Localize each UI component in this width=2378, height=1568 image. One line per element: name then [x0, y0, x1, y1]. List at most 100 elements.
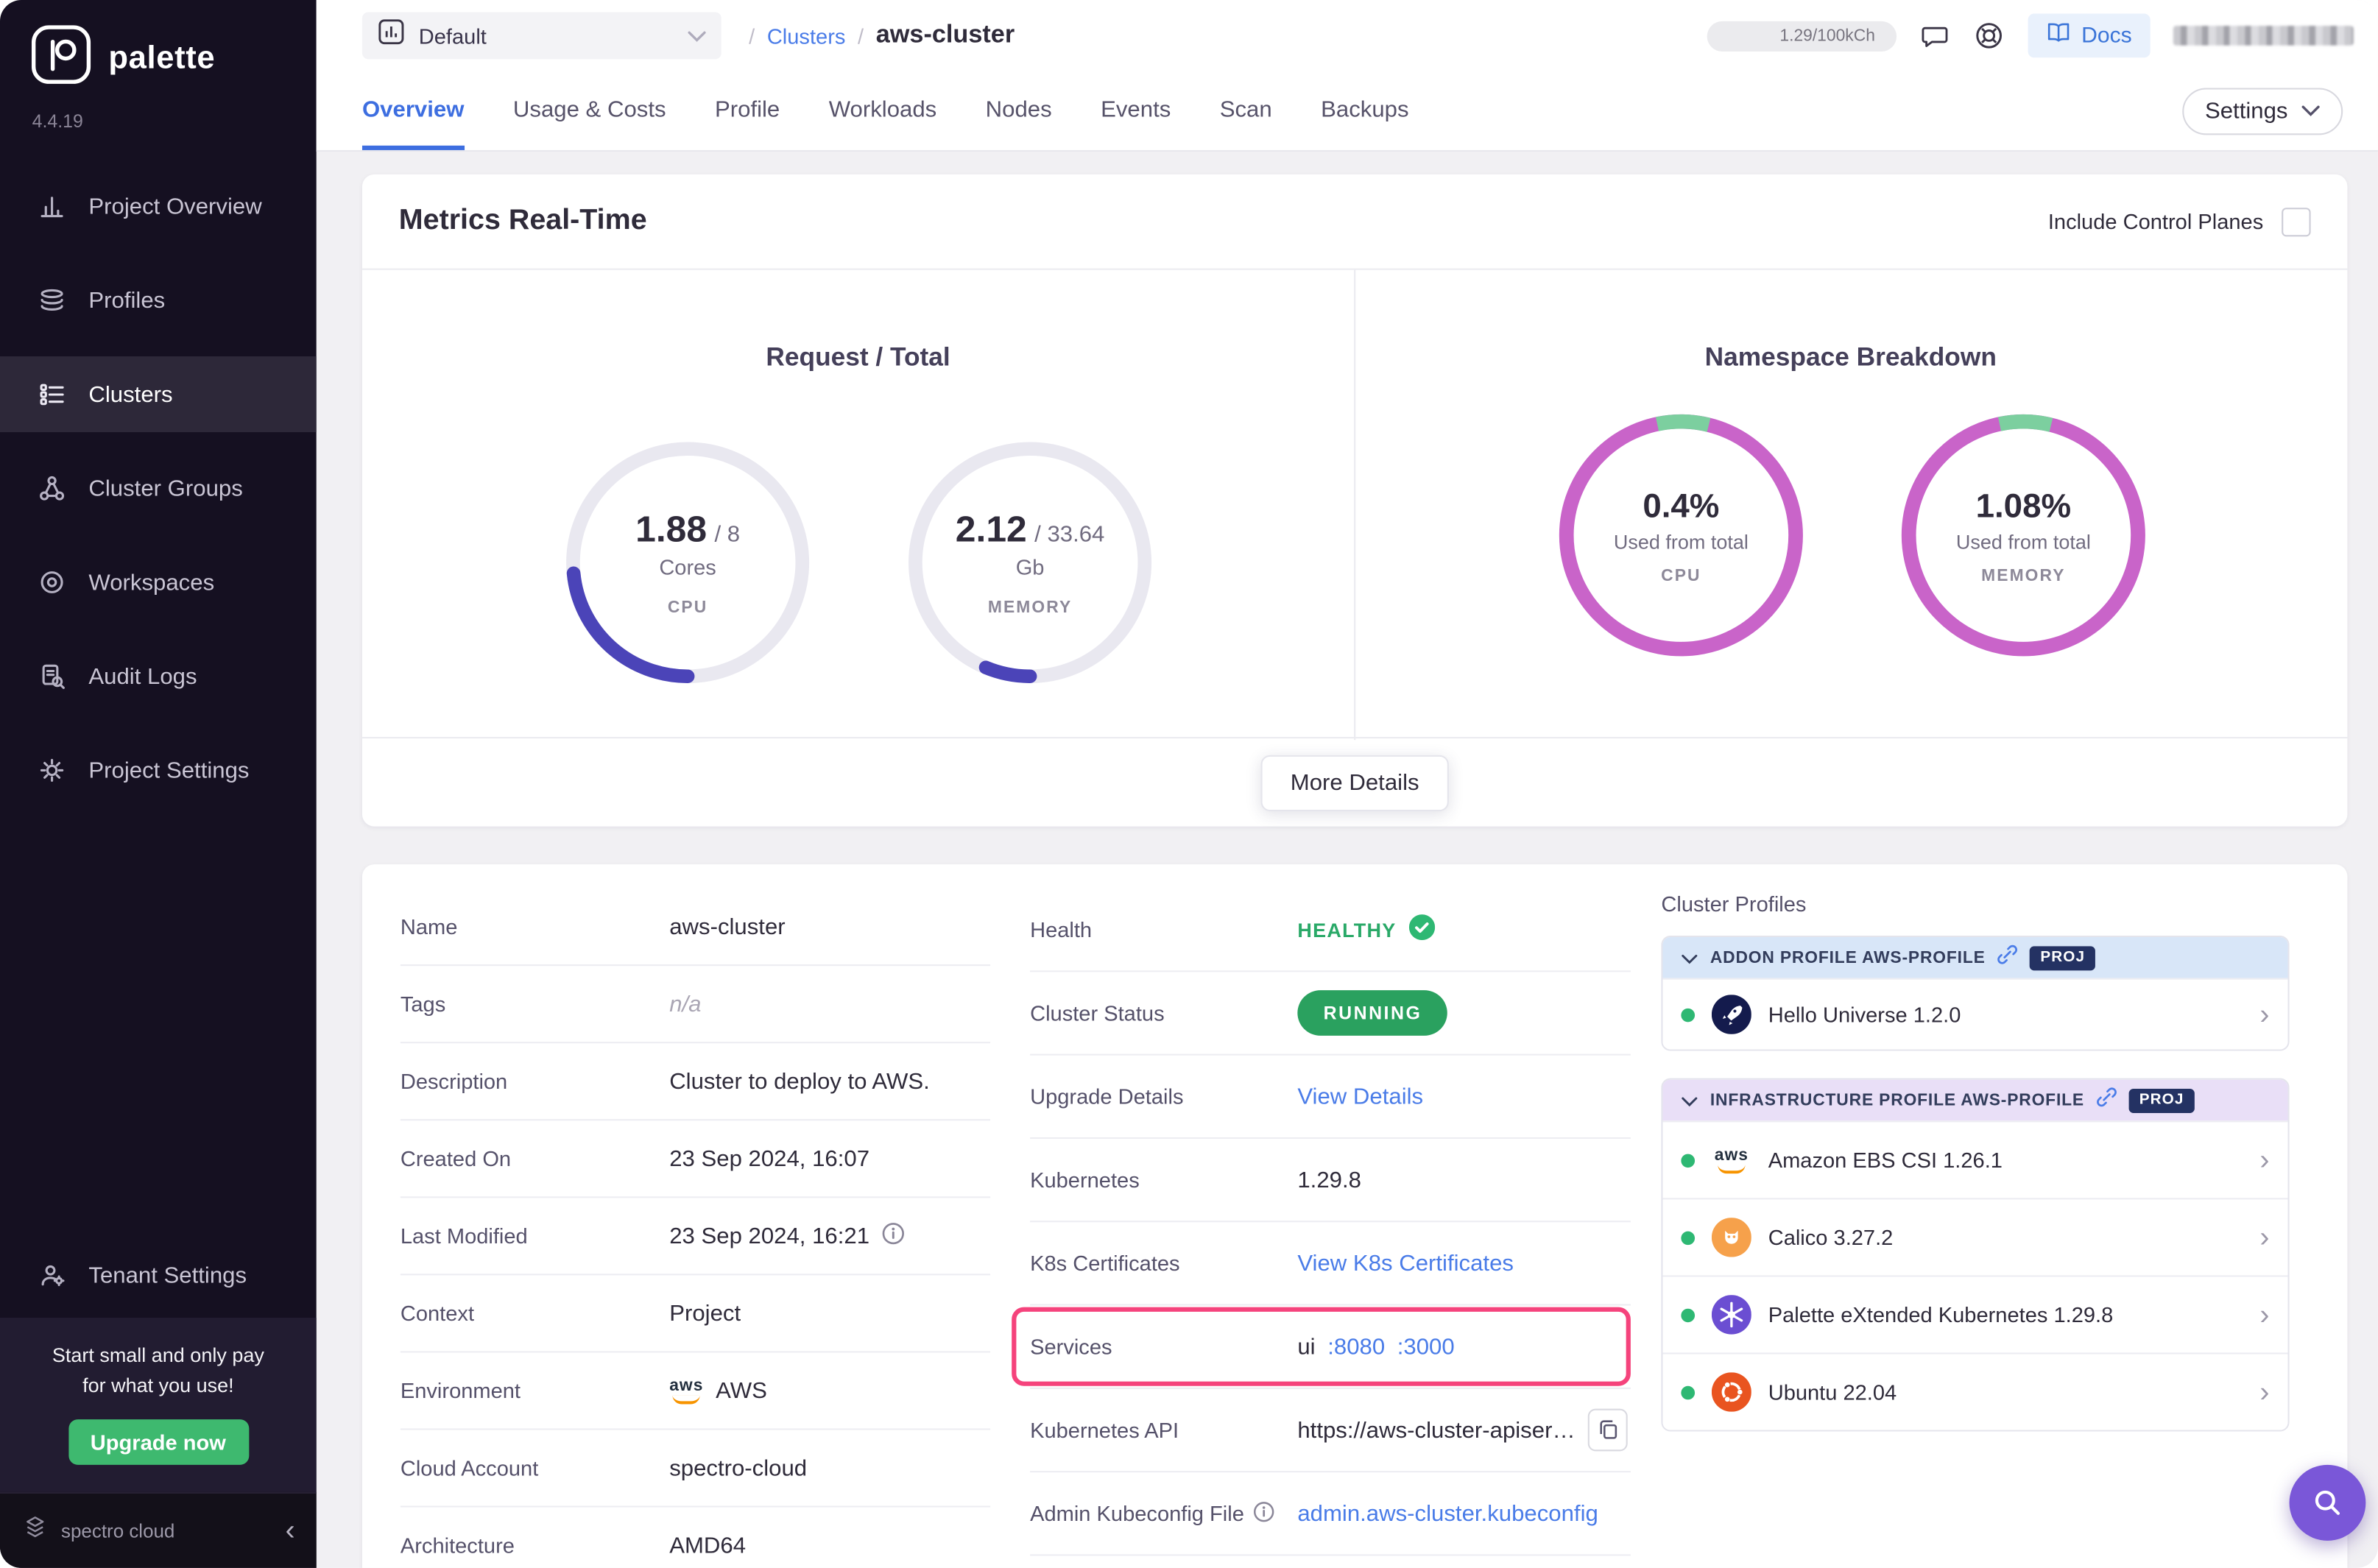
sidebar-item-workspaces[interactable]: Workspaces — [0, 545, 317, 621]
info-icon[interactable] — [1253, 1500, 1274, 1526]
namespace-cpu-donut: 0.4% Used from total CPU — [1551, 406, 1811, 664]
floating-search-button[interactable] — [2290, 1465, 2366, 1541]
detail-row-health: Health HEALTHY — [1030, 889, 1631, 972]
profile-layer-calico[interactable]: Calico 3.27.2 › — [1662, 1198, 2287, 1275]
metrics-card: Metrics Real-Time Include Control Planes… — [362, 174, 2347, 827]
nodes-icon — [37, 473, 68, 504]
sidebar-item-audit-logs[interactable]: Audit Logs — [0, 638, 317, 714]
view-details-link[interactable]: View Details — [1297, 1084, 1423, 1109]
infrastructure-profile-header[interactable]: INFRASTRUCTURE PROFILE AWS-PROFILE PROJ — [1662, 1080, 2287, 1121]
cpu-gauge: 1.88 / 8 Cores CPU — [558, 434, 818, 691]
spectro-cloud-logo-icon — [21, 1514, 49, 1548]
cluster-profiles-title: Cluster Profiles — [1661, 891, 2289, 916]
more-details-button[interactable]: More Details — [1261, 755, 1448, 811]
chevron-right-icon: › — [2259, 1377, 2269, 1406]
namespace-breakdown-panel: Namespace Breakdown 0.4% Used from total… — [1354, 270, 2347, 741]
top-bar: Default / Clusters / aws-cluster 1.29/10… — [317, 0, 2378, 71]
cluster-details-card: Name aws-cluster Tags n/a Description Cl… — [362, 864, 2347, 1568]
app-version: 4.4.19 — [0, 93, 317, 133]
detail-row-admin-kubeconfig: Admin Kubeconfig File admin.aws-cluster.… — [1030, 1472, 1631, 1555]
sidebar-item-project-overview[interactable]: Project Overview — [0, 169, 317, 244]
tab-backups[interactable]: Backups — [1321, 71, 1408, 150]
brand-name: spectro cloud — [61, 1520, 174, 1541]
user-name-redacted[interactable] — [2173, 26, 2354, 46]
profile-layer-ubuntu[interactable]: Ubuntu 22.04 › — [1662, 1352, 2287, 1430]
detail-row-tags: Tags n/a — [401, 966, 990, 1043]
metrics-header: Metrics Real-Time Include Control Planes — [362, 174, 2347, 270]
tab-events[interactable]: Events — [1101, 71, 1171, 150]
detail-row-kubernetes: Kubernetes 1.29.8 — [1030, 1139, 1631, 1222]
project-icon — [378, 18, 405, 53]
profile-layer-palette-extended-kubernetes[interactable]: Palette eXtended Kubernetes 1.29.8 › — [1662, 1275, 2287, 1352]
top-bar-actions: 1.29/100kCh Docs — [1707, 14, 2378, 58]
info-icon[interactable] — [882, 1221, 905, 1250]
sidebar-item-clusters[interactable]: Clusters — [0, 356, 317, 432]
include-control-planes-checkbox[interactable] — [2282, 207, 2310, 236]
tab-nodes[interactable]: Nodes — [986, 71, 1052, 150]
ubuntu-icon — [1712, 1372, 1751, 1412]
collapse-sidebar-icon[interactable]: ‹ — [285, 1514, 294, 1547]
addon-profile-header[interactable]: ADDON PROFILE AWS-PROFILE PROJ — [1662, 937, 2287, 978]
kubernetes-icon — [1712, 1295, 1751, 1335]
project-selector-value: Default — [419, 24, 674, 48]
chevron-right-icon: › — [2259, 1300, 2269, 1329]
sidebar-item-cluster-groups[interactable]: Cluster Groups — [0, 451, 317, 526]
tab-workloads[interactable]: Workloads — [829, 71, 937, 150]
namespace-memory-donut: 1.08% Used from total MEMORY — [1894, 406, 2153, 664]
link-icon[interactable] — [2097, 1087, 2117, 1114]
infrastructure-profile-group: INFRASTRUCTURE PROFILE AWS-PROFILE PROJ … — [1661, 1078, 2289, 1432]
upgrade-now-button[interactable]: Upgrade now — [68, 1419, 248, 1465]
clusters-icon — [37, 379, 68, 409]
docs-button[interactable]: Docs — [2028, 14, 2150, 58]
request-total-panel: Request / Total 1.88 / 8 Cores CPU — [362, 270, 1354, 741]
copy-icon[interactable] — [1588, 1409, 1628, 1452]
cluster-profiles-panel: Cluster Profiles ADDON PROFILE AWS-PROFI… — [1661, 891, 2289, 1458]
admin-kubeconfig-link[interactable]: admin.aws-cluster.kubeconfig — [1297, 1500, 1598, 1526]
detail-row-last-modified: Last Modified 23 Sep 2024, 16:21 — [401, 1198, 990, 1275]
search-icon — [2310, 1485, 2346, 1521]
help-icon[interactable] — [1973, 20, 2005, 52]
memory-gauge: 2.12 / 33.64 Gb MEMORY — [900, 434, 1160, 691]
promo-text: Start small and only pay for what you us… — [15, 1341, 301, 1399]
tab-scan[interactable]: Scan — [1220, 71, 1272, 150]
metrics-footer: More Details — [362, 737, 2347, 827]
chevron-down-icon — [1681, 944, 1698, 971]
include-control-planes: Include Control Planes — [2048, 207, 2311, 236]
rocket-icon — [1712, 995, 1751, 1034]
breadcrumb-clusters-link[interactable]: Clusters — [767, 24, 846, 48]
link-icon[interactable] — [1997, 944, 2017, 971]
layers-icon — [37, 285, 68, 315]
project-selector[interactable]: Default — [362, 12, 721, 59]
sidebar-menu: Project Overview Profiles — [0, 169, 317, 808]
detail-row-created-on: Created On 23 Sep 2024, 16:07 — [401, 1120, 990, 1198]
sidebar-footer: spectro cloud ‹ — [0, 1492, 317, 1568]
proj-badge: PROJ — [2128, 1088, 2195, 1112]
tab-profile[interactable]: Profile — [715, 71, 780, 150]
view-k8s-certificates-link[interactable]: View K8s Certificates — [1297, 1250, 1514, 1276]
settings-button[interactable]: Settings — [2182, 87, 2343, 134]
docs-icon — [2046, 21, 2070, 50]
detail-row-cloud-account: Cloud Account spectro-cloud — [401, 1430, 990, 1507]
gear-icon — [37, 755, 68, 785]
sidebar-item-profiles[interactable]: Profiles — [0, 262, 317, 338]
request-total-title: Request / Total — [362, 343, 1354, 373]
app-name: palette — [108, 40, 215, 77]
tab-usage-costs[interactable]: Usage & Costs — [513, 71, 666, 150]
sidebar-item-project-settings[interactable]: Project Settings — [0, 732, 317, 808]
profile-layer-amazon-ebs-csi[interactable]: Amazon EBS CSI 1.26.1 › — [1662, 1120, 2287, 1198]
service-port-3000-link[interactable]: :3000 — [1397, 1334, 1455, 1360]
chat-icon[interactable] — [1919, 21, 1950, 51]
chevron-down-icon — [1681, 1087, 1698, 1114]
detail-row-kubernetes-api: Kubernetes API https://aws-cluster-apise… — [1030, 1389, 1631, 1472]
profile-layer-hello-universe[interactable]: Hello Universe 1.2.0 › — [1662, 978, 2287, 1050]
addon-profile-group: ADDON PROFILE AWS-PROFILE PROJ — [1661, 936, 2289, 1051]
chart-icon — [37, 191, 68, 222]
tab-bar: Overview Usage & Costs Profile Workloads… — [317, 71, 2378, 152]
sidebar-item-tenant-settings[interactable]: Tenant Settings — [0, 1239, 317, 1312]
service-port-8080-link[interactable]: :8080 — [1327, 1334, 1385, 1360]
detail-row-k8s-certificates: K8s Certificates View K8s Certificates — [1030, 1222, 1631, 1305]
tab-overview[interactable]: Overview — [362, 71, 464, 150]
namespace-breakdown-title: Namespace Breakdown — [1354, 343, 2347, 373]
status-badge: RUNNING — [1297, 990, 1447, 1036]
chevron-down-icon — [688, 22, 706, 49]
